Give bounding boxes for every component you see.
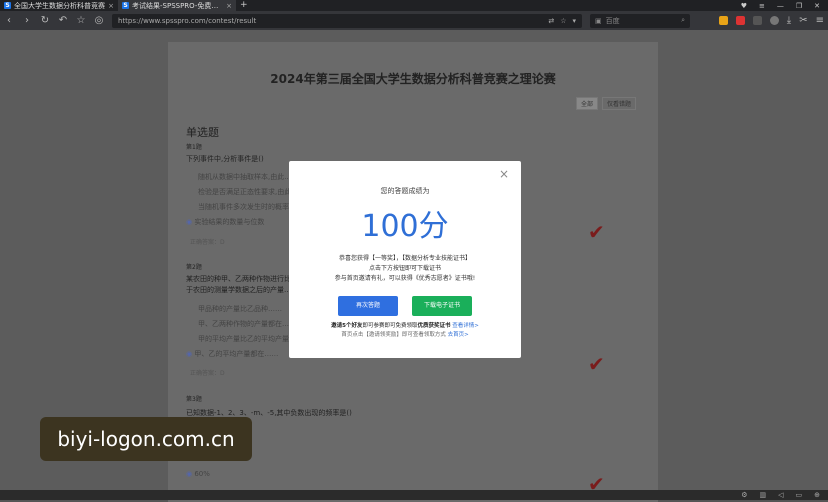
window-controls: ♥ ≡ — ❐ ✕ bbox=[733, 0, 828, 11]
download-icon[interactable]: ⤓ bbox=[787, 15, 791, 26]
address-bar[interactable]: https://www.spsspro.com/contest/result ⇄… bbox=[112, 13, 582, 28]
apps-icon[interactable] bbox=[718, 16, 728, 25]
correct-check-icon: ✔ bbox=[588, 352, 605, 376]
filter-toggles: 全部 仅看错题 bbox=[575, 97, 636, 110]
invite-bold: 优质获奖证书 bbox=[417, 323, 451, 329]
question-label: 第2题 bbox=[186, 264, 202, 271]
option-selected: 甲、乙的平均产量都在…… bbox=[186, 349, 278, 359]
browser-toolbar: ‹ › ↻ ↶ ☆ ◎ https://www.spsspro.com/cont… bbox=[0, 11, 828, 30]
tab-bar: S 全国大学生数据分析科普竞赛 × S 考试结果-SPSSPRO-免费专业 × … bbox=[0, 0, 828, 11]
correct-check-icon: ✔ bbox=[588, 220, 605, 244]
close-tab-icon[interactable]: × bbox=[226, 2, 232, 10]
translate-icon[interactable]: ⇄ bbox=[548, 17, 554, 25]
page-title: 2024年第三届全国大学生数据分析科普竞赛之理论赛 bbox=[270, 72, 556, 86]
reload-icon[interactable]: ↻ bbox=[40, 11, 50, 30]
search-input[interactable]: 百度 bbox=[606, 16, 677, 26]
chat-icon[interactable] bbox=[769, 16, 779, 25]
option-b: 检验是否满足正态性要求,由此... bbox=[198, 188, 298, 196]
trash-icon[interactable]: ▥ bbox=[759, 491, 766, 499]
menu-icon[interactable]: ≡ bbox=[759, 2, 765, 10]
retry-button[interactable]: 再次答题 bbox=[338, 296, 398, 316]
browser-tab-2[interactable]: S 考试结果-SPSSPRO-免费专业 × bbox=[118, 0, 236, 11]
invite-line: 邀请5个好友即可参赛即可免费领取优质获奖证书 查看详情> bbox=[289, 321, 521, 329]
close-tab-icon[interactable]: × bbox=[108, 2, 114, 10]
correct-answer: 正确答案：D bbox=[190, 370, 225, 377]
site-favicon-icon: S bbox=[4, 2, 11, 9]
dropdown-icon[interactable]: ▾ bbox=[572, 17, 576, 25]
search-icon[interactable]: ⌕ bbox=[681, 16, 685, 25]
toggle-all[interactable]: 全部 bbox=[575, 97, 598, 110]
invite-prefix: 邀请5个好友 bbox=[331, 323, 363, 329]
note-line: 首页点击【邀请领奖励】即可查看领取方式 去首页> bbox=[289, 330, 521, 338]
shield-icon[interactable]: ♥ bbox=[741, 2, 747, 10]
tab-title: 考试结果-SPSSPRO-免费专业 bbox=[132, 1, 224, 10]
undo-icon[interactable]: ↶ bbox=[58, 11, 68, 30]
extension-icons: ⤓ ✂ ≡ bbox=[718, 15, 824, 26]
toggle-wrong-only[interactable]: 仅看错题 bbox=[601, 97, 636, 110]
option-a: 甲品种的产量比乙品种…… bbox=[198, 305, 282, 313]
screenshot-icon[interactable] bbox=[752, 16, 762, 25]
option-b: 甲、乙两种作物的产量都在…… bbox=[198, 320, 296, 328]
search-box[interactable]: ▣ 百度 ⌕ bbox=[590, 13, 690, 28]
question-label: 第1题 bbox=[186, 144, 202, 151]
score-hint: 您的答题成绩为 bbox=[380, 187, 430, 195]
browser-tab-1[interactable]: S 全国大学生数据分析科普竞赛 × bbox=[0, 0, 118, 11]
option-selected: 60% bbox=[186, 470, 210, 478]
back-icon[interactable]: ‹ bbox=[4, 11, 14, 30]
question-text-2: 于农田的测量学数据之后的产量…… bbox=[186, 286, 298, 294]
download-certificate-button[interactable]: 下载电子证书 bbox=[412, 296, 472, 316]
correct-answer: 正确答案：D bbox=[190, 239, 225, 246]
window-icon[interactable]: ▭ bbox=[796, 491, 803, 499]
result-modal: × 您的答题成绩为 100分 恭喜您获得【一等奖】，【数据分析专业技能证书】 点… bbox=[289, 161, 521, 358]
invite-details-link[interactable]: 查看详情> bbox=[452, 323, 479, 329]
cut-icon[interactable]: ✂ bbox=[799, 15, 807, 26]
bookmark-star-icon[interactable]: ☆ bbox=[76, 11, 86, 30]
favorite-icon[interactable]: ☆ bbox=[560, 17, 566, 25]
adblock-icon[interactable] bbox=[735, 16, 745, 25]
note-text: 首页点击【邀请领奖励】即可查看领取方式 bbox=[341, 332, 446, 338]
option-a: 随机从数据中抽取样本,由此... bbox=[198, 173, 291, 181]
minimize-icon[interactable]: — bbox=[777, 2, 784, 10]
award-line: 恭喜您获得【一等奖】，【数据分析专业技能证书】 bbox=[338, 255, 471, 262]
restore-icon[interactable]: ❐ bbox=[796, 2, 802, 10]
extension-icon[interactable]: ◎ bbox=[94, 11, 104, 30]
download-hint-line: 点击下方按钮即可下载证书 bbox=[368, 265, 441, 272]
forward-icon[interactable]: › bbox=[22, 11, 32, 30]
more-icon[interactable]: ≡ bbox=[816, 15, 824, 26]
site-favicon-icon: S bbox=[122, 2, 129, 9]
question-text: 下列事件中,分析事件是() bbox=[186, 155, 264, 163]
invite-hint-line: 参与首页邀请有礼，可以获得《优秀志愿者》证书哦! bbox=[334, 275, 476, 282]
close-icon[interactable]: × bbox=[499, 167, 509, 181]
status-bar: ⚙ ▥ ◁ ▭ ⊕ bbox=[0, 490, 828, 500]
section-title: 单选题 bbox=[186, 126, 219, 139]
score-value: 100分 bbox=[361, 209, 449, 244]
url-text: https://www.spsspro.com/contest/result bbox=[118, 16, 257, 25]
settings-icon[interactable]: ⚙ bbox=[741, 491, 747, 499]
new-tab-button[interactable]: + bbox=[236, 0, 252, 11]
question-label: 第3题 bbox=[186, 396, 202, 403]
search-engine-icon: ▣ bbox=[595, 16, 602, 25]
close-window-icon[interactable]: ✕ bbox=[814, 2, 820, 10]
zoom-icon[interactable]: ⊕ bbox=[814, 491, 820, 499]
tab-title: 全国大学生数据分析科普竞赛 bbox=[14, 1, 105, 10]
watermark-label: biyi-logon.com.cn bbox=[40, 417, 252, 461]
home-link[interactable]: 去首页> bbox=[448, 332, 469, 338]
speaker-icon[interactable]: ◁ bbox=[778, 491, 783, 499]
option-selected: 实验结果的数量与位数 bbox=[186, 217, 264, 227]
invite-mid: 即可参赛即可免费领取 bbox=[362, 323, 418, 329]
option-c: 甲的平均产量比乙的平均产量…… bbox=[198, 335, 303, 343]
